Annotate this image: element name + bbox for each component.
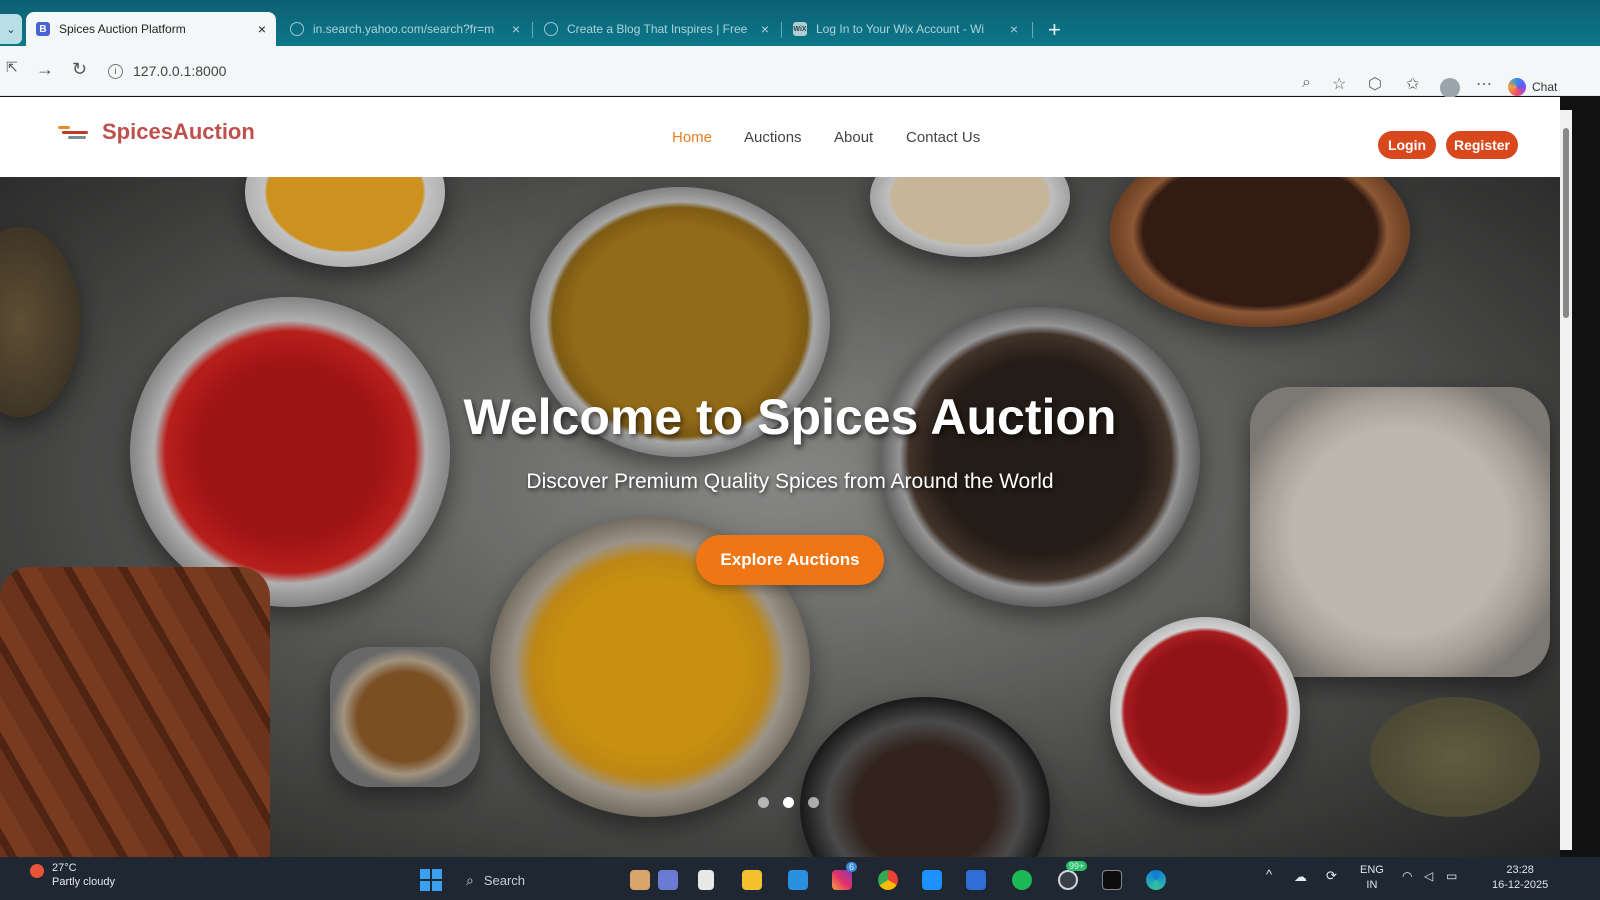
vscode-icon[interactable]	[788, 870, 808, 890]
zoom-icon[interactable]: ⌕	[1302, 74, 1311, 92]
copilot-icon	[1508, 78, 1526, 96]
edge-icon[interactable]	[1146, 870, 1166, 890]
tab-title: Create a Blog That Inspires | Free	[567, 22, 748, 36]
system-clock[interactable]: 23:28 16-12-2025	[1492, 863, 1548, 893]
language-indicator[interactable]: ENG IN	[1360, 863, 1384, 893]
hero-overlay	[0, 177, 1560, 857]
tab-create-blog[interactable]: Create a Blog That Inspires | Free ×	[534, 12, 779, 46]
tab-yahoo-search[interactable]: in.search.yahoo.com/search?fr=m ×	[280, 12, 530, 46]
file-explorer-icon[interactable]	[742, 870, 762, 890]
sync-icon[interactable]: ⟳	[1326, 868, 1337, 884]
carousel-indicators	[758, 797, 819, 808]
close-tab-icon[interactable]: ×	[512, 21, 520, 37]
site-header: SpicesAuction Home Auctions About Contac…	[0, 97, 1560, 177]
reload-icon[interactable]: ↻	[72, 59, 87, 80]
outlook-icon[interactable]	[966, 870, 986, 890]
more-menu-icon[interactable]: ⋯	[1476, 74, 1492, 94]
chrome-icon[interactable]	[878, 870, 898, 890]
search-icon: ⌕	[466, 871, 474, 888]
copilot-chat-button[interactable]: Chat	[1508, 78, 1557, 96]
tab-wix-login[interactable]: WiX Log In to Your Wix Account - Wi ×	[783, 12, 1028, 46]
chevron-up-icon[interactable]: ^	[1266, 867, 1272, 882]
tab-divider	[532, 22, 533, 38]
new-tab-button[interactable]: +	[1048, 19, 1061, 41]
bootstrap-favicon-icon: B	[36, 22, 50, 36]
whatsapp-badge: 99+	[1066, 861, 1088, 871]
clock-date: 16-12-2025	[1492, 879, 1549, 891]
profile-avatar[interactable]	[1440, 78, 1460, 98]
tab-title: Log In to Your Wix Account - Wi	[816, 22, 985, 36]
explore-auctions-button[interactable]: Explore Auctions	[696, 535, 884, 585]
weather-description: Partly cloudy	[52, 876, 115, 888]
close-tab-icon[interactable]: ×	[761, 21, 769, 37]
tab-title: in.search.yahoo.com/search?fr=m	[313, 22, 495, 36]
forward-arrow-icon[interactable]: →	[36, 59, 54, 80]
brand-name: SpicesAuction	[102, 119, 255, 144]
favorite-star-icon[interactable]: ☆	[1332, 74, 1346, 94]
spotify-icon[interactable]	[1012, 870, 1032, 890]
nav-auctions[interactable]: Auctions	[744, 129, 802, 146]
volume-icon[interactable]: ◁	[1424, 869, 1433, 883]
taskbar-search[interactable]: ⌕ Search	[466, 868, 606, 892]
onedrive-icon[interactable]: ☁	[1294, 869, 1307, 885]
language-code: ENG	[1360, 864, 1384, 876]
remote-desktop-icon[interactable]	[922, 870, 942, 890]
tab-divider	[781, 22, 782, 38]
terminal-icon[interactable]	[1102, 870, 1122, 890]
instagram-badge: 6	[846, 862, 858, 872]
carousel-dot-2[interactable]	[783, 797, 794, 808]
extensions-icon[interactable]: ⬡	[1368, 74, 1382, 94]
tab-title: Spices Auction Platform	[59, 22, 186, 36]
tab-spices-auction[interactable]: B Spices Auction Platform ×	[26, 12, 276, 46]
globe-icon	[544, 22, 558, 36]
register-button[interactable]: Register	[1446, 131, 1518, 159]
favorites-icon[interactable]: ✩	[1406, 74, 1419, 94]
url-text: 127.0.0.1:8000	[133, 63, 227, 79]
hero-subtitle: Discover Premium Quality Spices from Aro…	[526, 470, 1054, 493]
hero-title: Welcome to Spices Auction	[463, 389, 1117, 445]
spice-logo-icon	[58, 120, 88, 144]
back-arrow-icon[interactable]: ⇱	[6, 59, 18, 76]
windows-start-icon[interactable]	[420, 869, 442, 891]
battery-icon[interactable]: ▭	[1446, 869, 1457, 883]
whatsapp-icon[interactable]	[1058, 870, 1078, 890]
region-code: IN	[1366, 879, 1378, 891]
chat-label: Chat	[1532, 80, 1558, 94]
weather-icon	[30, 864, 44, 878]
close-tab-icon[interactable]: ×	[258, 21, 266, 37]
browser-tab-strip: ⌄ B Spices Auction Platform × in.search.…	[0, 0, 1600, 50]
page-scrollbar[interactable]	[1560, 110, 1572, 850]
carousel-dot-1[interactable]	[758, 797, 769, 808]
wifi-icon[interactable]: ◠	[1402, 869, 1412, 883]
brand-logo[interactable]: SpicesAuction	[58, 119, 255, 145]
scrollbar-thumb[interactable]	[1563, 128, 1569, 318]
nav-about[interactable]: About	[834, 129, 873, 146]
carousel-dot-3[interactable]	[808, 797, 819, 808]
site-info-icon[interactable]: i	[108, 63, 123, 79]
nav-contact-us[interactable]: Contact Us	[906, 129, 980, 146]
tab-divider	[1032, 22, 1033, 38]
nav-home[interactable]: Home	[672, 129, 712, 146]
hero-banner: Welcome to Spices Auction Discover Premi…	[0, 177, 1560, 857]
close-tab-icon[interactable]: ×	[1010, 21, 1018, 37]
address-toolbar: ⇱ → ↻ i 127.0.0.1:8000 ⌕ ☆ ⬡ ✩ ⋯ Chat	[0, 46, 1600, 98]
windows-taskbar: 27°C Partly cloudy ⌕ Search 6 99+ ^ ☁ ⟳ …	[0, 857, 1600, 900]
weather-widget[interactable]: 27°C Partly cloudy	[30, 861, 115, 889]
clock-time: 23:28	[1506, 864, 1534, 876]
globe-icon	[290, 22, 304, 36]
wix-favicon-icon: WiX	[793, 22, 807, 36]
login-button[interactable]: Login	[1378, 131, 1436, 159]
copilot-app-icon[interactable]	[658, 870, 678, 890]
task-view-icon[interactable]	[698, 870, 714, 890]
search-placeholder: Search	[483, 872, 526, 888]
address-bar[interactable]: i 127.0.0.1:8000	[108, 56, 1308, 86]
instagram-icon[interactable]	[832, 870, 852, 890]
widget-app-icon[interactable]	[630, 870, 650, 890]
tab-actions-menu[interactable]: ⌄	[0, 14, 22, 44]
